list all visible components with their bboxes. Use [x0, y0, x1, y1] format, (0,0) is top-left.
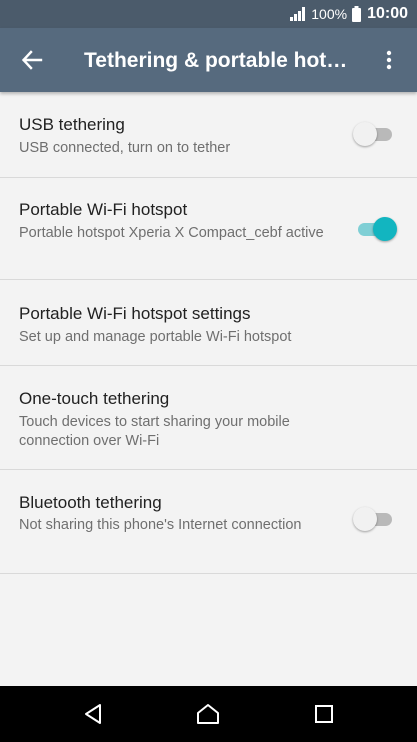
setting-usb-tethering[interactable]: USB tethering USB connected, turn on to …	[0, 92, 417, 178]
overflow-menu-icon[interactable]	[373, 44, 405, 76]
page-title: Tethering & portable hot…	[84, 49, 348, 72]
setting-subtitle: Set up and manage portable Wi-Fi hotspot	[19, 329, 292, 345]
setting-subtitle: USB connected, turn on to tether	[19, 140, 231, 156]
setting-title: One-touch tethering	[19, 389, 170, 408]
status-icons: 100% 10:00	[290, 0, 408, 28]
back-arrow-icon[interactable]	[16, 44, 48, 76]
setting-bluetooth-tethering[interactable]: Bluetooth tethering Not sharing this pho…	[0, 470, 417, 574]
setting-title: USB tethering	[19, 115, 125, 134]
usb-tethering-toggle[interactable]	[353, 121, 394, 147]
recents-icon[interactable]	[309, 700, 339, 728]
setting-title: Portable Wi-Fi hotspot settings	[19, 304, 251, 323]
settings-list: USB tethering USB connected, turn on to …	[0, 92, 417, 574]
setting-one-touch-tethering[interactable]: One-touch tethering Touch devices to sta…	[0, 366, 417, 470]
battery-icon	[352, 6, 362, 22]
setting-title: Bluetooth tethering	[19, 493, 162, 512]
setting-wifi-hotspot[interactable]: Portable Wi-Fi hotspot Portable hotspot …	[0, 178, 417, 280]
setting-subtitle: Touch devices to start sharing your mobi…	[19, 414, 290, 449]
setting-title: Portable Wi-Fi hotspot	[19, 200, 188, 219]
back-triangle-icon[interactable]	[78, 700, 108, 728]
app-bar: Tethering & portable hot…	[0, 28, 417, 92]
setting-subtitle: Not sharing this phone's Internet connec…	[19, 517, 302, 533]
navigation-bar	[0, 686, 417, 742]
setting-subtitle: Portable hotspot Xperia X Compact_cebf a…	[19, 225, 324, 241]
signal-icon	[290, 7, 306, 21]
wifi-hotspot-toggle[interactable]	[356, 216, 397, 242]
clock: 10:00	[367, 5, 408, 22]
status-bar: 100% 10:00	[0, 0, 417, 28]
battery-percent: 100%	[311, 6, 348, 22]
setting-wifi-hotspot-settings[interactable]: Portable Wi-Fi hotspot settings Set up a…	[0, 280, 417, 366]
bluetooth-tethering-toggle[interactable]	[353, 506, 394, 532]
home-icon[interactable]	[193, 700, 223, 728]
